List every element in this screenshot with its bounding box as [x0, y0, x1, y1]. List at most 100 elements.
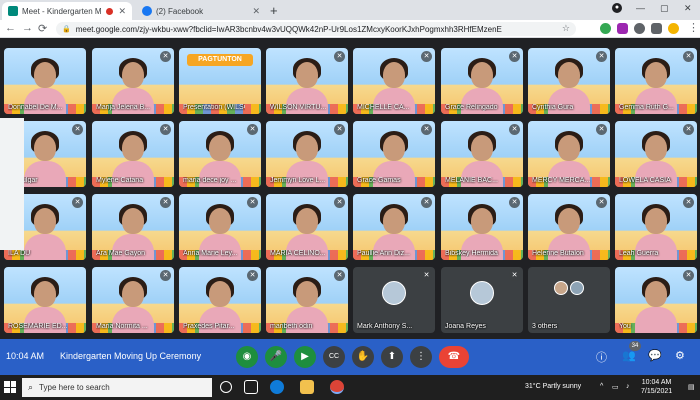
participant-tile[interactable]: ✕ Grace Gamas: [353, 121, 435, 187]
chrome-taskbar-icon[interactable]: [330, 380, 344, 394]
people-icon[interactable]: 👥: [622, 349, 636, 362]
participant-tile[interactable]: ✕ Ara Mae Gayon: [92, 194, 174, 260]
participant-tile[interactable]: ✕ Praxedes Pitar...: [179, 267, 261, 333]
participant-tile[interactable]: ✕ Paullie Ann Diz...: [353, 194, 435, 260]
participant-tile[interactable]: ROSEMARIE ED...: [4, 267, 86, 333]
participant-tile[interactable]: Donnabel De M...: [4, 48, 86, 114]
participant-tile[interactable]: ✕ Mylene Catana: [92, 121, 174, 187]
cortana-icon[interactable]: [220, 381, 232, 393]
mic-muted-icon: ✕: [421, 124, 432, 135]
weather-widget[interactable]: 31°C Partly sunny: [525, 383, 581, 390]
participant-tile[interactable]: ✕ MICHELLE CA...: [353, 48, 435, 114]
tray-overflow-icon[interactable]: ^: [600, 383, 603, 390]
participant-avatar: [470, 281, 494, 305]
participant-tile[interactable]: ✕ Joana Reyes: [441, 267, 523, 333]
other-avatar-icon: [554, 281, 568, 295]
minimize-button[interactable]: —: [636, 3, 645, 13]
network-icon[interactable]: ▭: [612, 383, 619, 391]
captions-button[interactable]: CC: [323, 346, 345, 368]
participant-face: [296, 135, 318, 161]
participant-tile[interactable]: ✕ Anna Marie Ley...: [179, 194, 261, 260]
participant-tile[interactable]: ✕ Marija Jelena B...: [92, 48, 174, 114]
participant-tile[interactable]: ✕ MARIA CELINO...: [266, 194, 348, 260]
participant-tile[interactable]: ✕ Helenne Butalon: [528, 194, 610, 260]
participant-tile[interactable]: 3 others: [528, 267, 610, 333]
more-options-button[interactable]: ⋮: [410, 346, 432, 368]
participant-face: [471, 135, 493, 161]
file-explorer-icon[interactable]: [300, 380, 314, 394]
mic-muted-icon: ✕: [683, 124, 694, 135]
camera-button[interactable]: ▶: [294, 346, 316, 368]
profile-icon[interactable]: ●: [612, 3, 622, 13]
participant-tile[interactable]: ✕ maria dece joy ...: [179, 121, 261, 187]
edge-browser-icon[interactable]: [270, 380, 284, 394]
participant-tile[interactable]: ✕ Leah Guerra: [615, 194, 697, 260]
back-button[interactable]: ←: [5, 22, 16, 34]
chat-icon[interactable]: 💬: [648, 349, 662, 362]
browser-tab-strip: Meet - Kindergarten Moving ✕ (2) Faceboo…: [0, 0, 700, 20]
maximize-button[interactable]: ▢: [660, 3, 669, 14]
end-call-button[interactable]: ☎: [439, 346, 469, 368]
mic-muted-icon: ✕: [509, 197, 520, 208]
url-text[interactable]: meet.google.com/zjy-wkbu-xww?fbclid=IwAR…: [76, 25, 546, 34]
task-view-icon[interactable]: [244, 380, 258, 394]
other-avatar-icon: [570, 281, 584, 295]
microphone-button[interactable]: 🎤: [265, 346, 287, 368]
present-screen-button[interactable]: ⬆: [381, 346, 403, 368]
participant-tile[interactable]: ✕ MELANIE BAC...: [441, 121, 523, 187]
participant-tile[interactable]: ✕ Maria Normita ...: [92, 267, 174, 333]
tab-meet[interactable]: Meet - Kindergarten Moving ✕: [2, 2, 132, 20]
reload-button[interactable]: ⟳: [38, 22, 47, 35]
taskbar-search-box[interactable]: ⌕ Type here to search: [22, 378, 212, 397]
participant-name: Presentation (WILSON VIRTU...: [183, 104, 245, 111]
omnibox[interactable]: 🔒 meet.google.com/zjy-wkbu-xww?fbclid=Iw…: [56, 22, 576, 36]
profile-avatar-icon[interactable]: [668, 23, 679, 34]
grammarly-extension-icon[interactable]: [600, 23, 611, 34]
mic-muted-icon: ✕: [247, 270, 258, 281]
new-tab-button[interactable]: +: [270, 3, 278, 18]
participant-tile[interactable]: ✕ WILSON VIRTU...: [266, 48, 348, 114]
participant-tile[interactable]: ✕ Cynthia Gura: [528, 48, 610, 114]
close-tab-icon[interactable]: ✕: [252, 6, 260, 17]
participant-tile[interactable]: PAGTUNTON Presentation (WILSON VIRTU...: [179, 48, 261, 114]
forward-button[interactable]: →: [22, 22, 33, 34]
extension-b-icon[interactable]: [617, 23, 628, 34]
participant-tile[interactable]: ✕ LOWELA CASIA: [615, 121, 697, 187]
extension-camera-icon[interactable]: [634, 23, 645, 34]
participant-tile[interactable]: ✕ maribeth odin: [266, 267, 348, 333]
participant-name: Marija Jelena B...: [96, 104, 151, 111]
participant-tile[interactable]: ✕ Bibskey Hermida: [441, 194, 523, 260]
taskbar-clock[interactable]: 10:04 AM 7/15/2021: [641, 378, 672, 396]
participant-tile[interactable]: ✕ You: [615, 267, 697, 333]
participant-face: [558, 208, 580, 234]
meeting-info-icon[interactable]: ⓘ: [596, 349, 607, 365]
participant-tile[interactable]: ✕ Grace Relingado: [441, 48, 523, 114]
chrome-menu-icon[interactable]: ⋮: [688, 21, 699, 34]
participant-tile[interactable]: ✕ MERCY MERCA...: [528, 121, 610, 187]
participant-tile[interactable]: ✕ Mark Anthony S...: [353, 267, 435, 333]
participant-tile[interactable]: ✕ Gemma Ruth G...: [615, 48, 697, 114]
extensions-puzzle-icon[interactable]: [651, 23, 662, 34]
windows-start-icon[interactable]: [4, 381, 16, 393]
activities-icon[interactable]: ⚙: [675, 349, 685, 362]
mic-muted-icon: ✕: [683, 270, 694, 281]
participant-face: [471, 208, 493, 234]
meeting-time: 10:04 AM: [6, 351, 45, 361]
bookmark-star-icon[interactable]: ☆: [562, 23, 570, 34]
clock-date: 7/15/2021: [641, 388, 673, 395]
mic-muted-icon: ✕: [596, 197, 607, 208]
participant-tile[interactable]: ✕ Jemmyn Love L...: [266, 121, 348, 187]
windows-taskbar: ⌕ Type here to search 31°C Partly sunny …: [0, 375, 700, 400]
audio-output-button[interactable]: ◉: [236, 346, 258, 368]
close-window-button[interactable]: ✕: [684, 3, 692, 14]
participant-face: [209, 135, 231, 161]
participant-face: [122, 208, 144, 234]
raise-hand-button[interactable]: ✋: [352, 346, 374, 368]
participant-name: Joana Reyes: [445, 323, 486, 330]
volume-icon[interactable]: ♪: [626, 383, 630, 390]
participant-name: 3 others: [532, 323, 558, 330]
close-tab-icon[interactable]: ✕: [118, 6, 126, 17]
tab-facebook[interactable]: (2) Facebook ✕: [136, 2, 266, 20]
mic-muted-icon: ✕: [421, 270, 432, 281]
notifications-icon[interactable]: ▤: [688, 383, 695, 391]
